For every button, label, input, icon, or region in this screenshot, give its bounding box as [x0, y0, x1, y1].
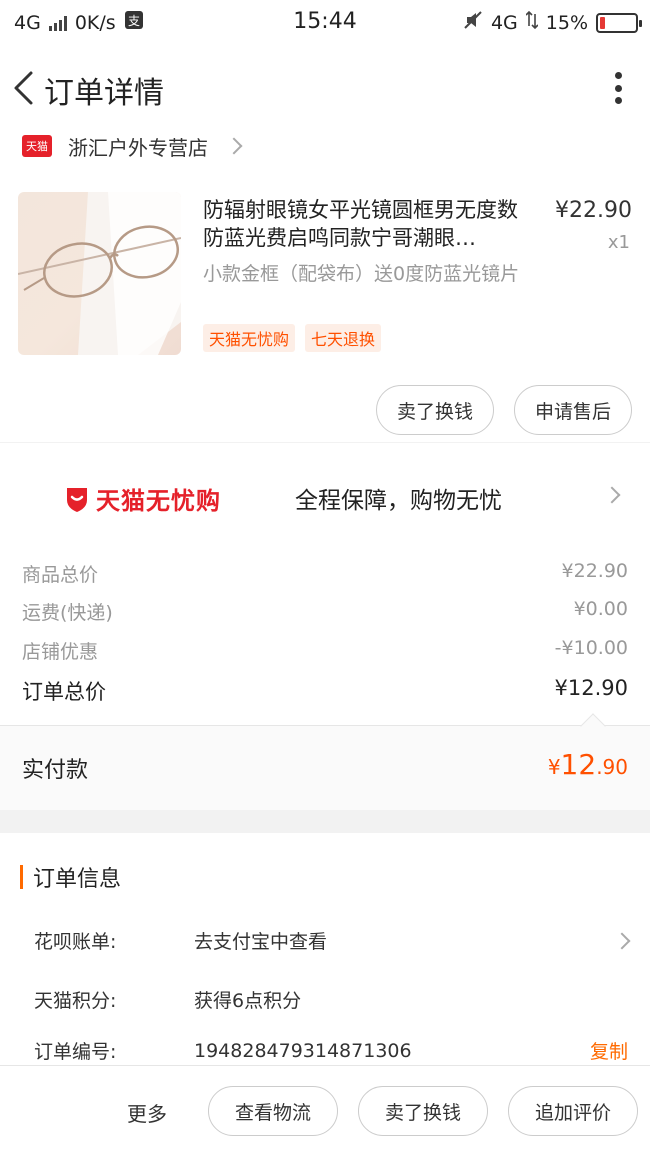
mute-icon — [463, 10, 483, 35]
order-info-card: 订单信息 花呗账单: 去支付宝中查看 天猫积分: 获得6点积分 订单编号: 19… — [0, 833, 650, 1065]
paid-currency: ¥ — [547, 755, 561, 779]
after-sales-button[interactable]: 申请售后 — [513, 385, 632, 435]
tmall-badge: 天猫 — [22, 135, 52, 157]
resell-button[interactable]: 卖了换钱 — [358, 1086, 488, 1136]
product-quantity: x1 — [607, 232, 630, 253]
paid-integer: 12 — [560, 748, 597, 781]
back-button[interactable] — [6, 66, 40, 110]
huabei-row[interactable]: 花呗账单: 去支付宝中查看 — [34, 927, 631, 954]
page-title: 订单详情 — [44, 76, 164, 111]
bottom-buttons: 查看物流 卖了换钱 追加评价 — [208, 1086, 638, 1136]
product-price: ¥22.90 — [555, 198, 632, 223]
order-number-row: 订单编号: 1948284793148713​06 复制 — [34, 1037, 628, 1064]
order-info-header: 订单信息 — [20, 861, 121, 893]
glasses-icon — [18, 192, 181, 355]
shield-icon — [67, 487, 87, 512]
product-spec: 小款金框（配袋布）送0度防蓝光镜片 — [203, 263, 520, 285]
chevron-left-icon — [14, 71, 33, 105]
more-dot — [614, 72, 622, 79]
summary-label: 店铺优惠 — [22, 641, 99, 663]
battery-icon — [596, 12, 642, 33]
order-item-card: 天猫 浙汇户外专营店 防辐射眼镜女平光镜圆框男无度数防蓝光费启鸣同款宁哥潮眼… … — [0, 130, 650, 442]
summary-label: 运费(快递) — [22, 602, 113, 624]
info-label: 花呗账单: — [34, 931, 117, 953]
view-logistics-button[interactable]: 查看物流 — [208, 1086, 338, 1136]
product-title[interactable]: 防辐射眼镜女平光镜圆框男无度数防蓝光费启鸣同款宁哥潮眼… — [203, 196, 533, 252]
paid-decimal: .90 — [596, 755, 628, 779]
summary-value: ¥22.90 — [561, 560, 628, 582]
section-accent-bar — [20, 865, 23, 889]
points-row: 天猫积分: 获得6点积分 — [34, 986, 628, 1013]
product-image[interactable] — [18, 192, 181, 355]
order-total-row: 订单总价 ¥12.90 — [22, 676, 628, 706]
shop-name[interactable]: 浙汇户外专营店 — [68, 132, 208, 161]
chevron-right-icon — [603, 486, 621, 504]
paid-area: 实付款 ¥12.90 — [0, 713, 650, 810]
paid-label: 实付款 — [22, 758, 89, 783]
status-bar: 4G 0K/s 支 15:44 4G 15% — [0, 0, 650, 46]
copy-button[interactable]: 复制 — [590, 1037, 628, 1064]
more-options-button[interactable] — [612, 68, 624, 108]
order-total-label: 订单总价 — [22, 680, 106, 704]
resell-button[interactable]: 卖了换钱 — [375, 385, 494, 435]
info-value: 获得6点积分 — [194, 990, 302, 1012]
order-info-title: 订单信息 — [33, 867, 122, 892]
chevron-right-icon — [613, 932, 631, 949]
summary-value: -¥10.00 — [554, 637, 628, 659]
network-type-right: 4G — [490, 11, 518, 34]
product-tag: 天猫无忧购 — [203, 324, 296, 352]
add-review-button[interactable]: 追加评价 — [508, 1086, 638, 1136]
data-arrows-icon — [525, 10, 539, 35]
subtotal-row: 商品总价 ¥22.90 — [22, 560, 628, 587]
price-summary: 商品总价 ¥22.90 运费(快递) ¥0.00 店铺优惠 -¥10.00 订单… — [0, 548, 650, 810]
battery-fill — [600, 16, 605, 29]
more-dot — [614, 97, 622, 104]
more-actions-button[interactable]: 更多 — [127, 1098, 167, 1127]
wuyou-logo-text: 天猫无忧购 — [96, 487, 221, 515]
info-value: 去支付宝中查看 — [194, 931, 328, 953]
shop-row[interactable]: 天猫 浙汇户外专营店 — [22, 130, 243, 162]
guarantee-banner[interactable]: 天猫无忧购 全程保障，购物无忧 — [0, 443, 650, 548]
banner-slogan: 全程保障，购物无忧 — [295, 488, 502, 514]
summary-value: ¥0.00 — [573, 598, 628, 620]
chevron-right-icon — [225, 137, 243, 155]
paid-amount: ¥12.90 — [548, 748, 628, 781]
product-tag: 七天退换 — [305, 324, 382, 352]
shipping-row: 运费(快递) ¥0.00 — [22, 598, 628, 625]
order-total-value: ¥12.90 — [554, 676, 628, 700]
more-dot — [614, 84, 622, 92]
status-right: 4G 15% — [463, 10, 642, 35]
info-label: 订单编号: — [34, 1041, 117, 1063]
wuyou-logo: 天猫无忧购 — [64, 481, 221, 516]
item-actions: 卖了换钱 申请售后 — [375, 385, 632, 435]
discount-row: 店铺优惠 -¥10.00 — [22, 637, 628, 664]
order-number: 1948284793148713​06 — [194, 1039, 412, 1062]
info-label: 天猫积分: — [34, 990, 117, 1012]
summary-label: 商品总价 — [22, 564, 99, 586]
nav-bar: 订单详情 — [0, 46, 650, 130]
bottom-action-bar: 更多 查看物流 卖了换钱 追加评价 — [0, 1065, 650, 1155]
notch — [580, 713, 606, 739]
product-tags: 天猫无忧购 七天退换 — [203, 324, 382, 352]
battery-percent: 15% — [545, 11, 588, 34]
